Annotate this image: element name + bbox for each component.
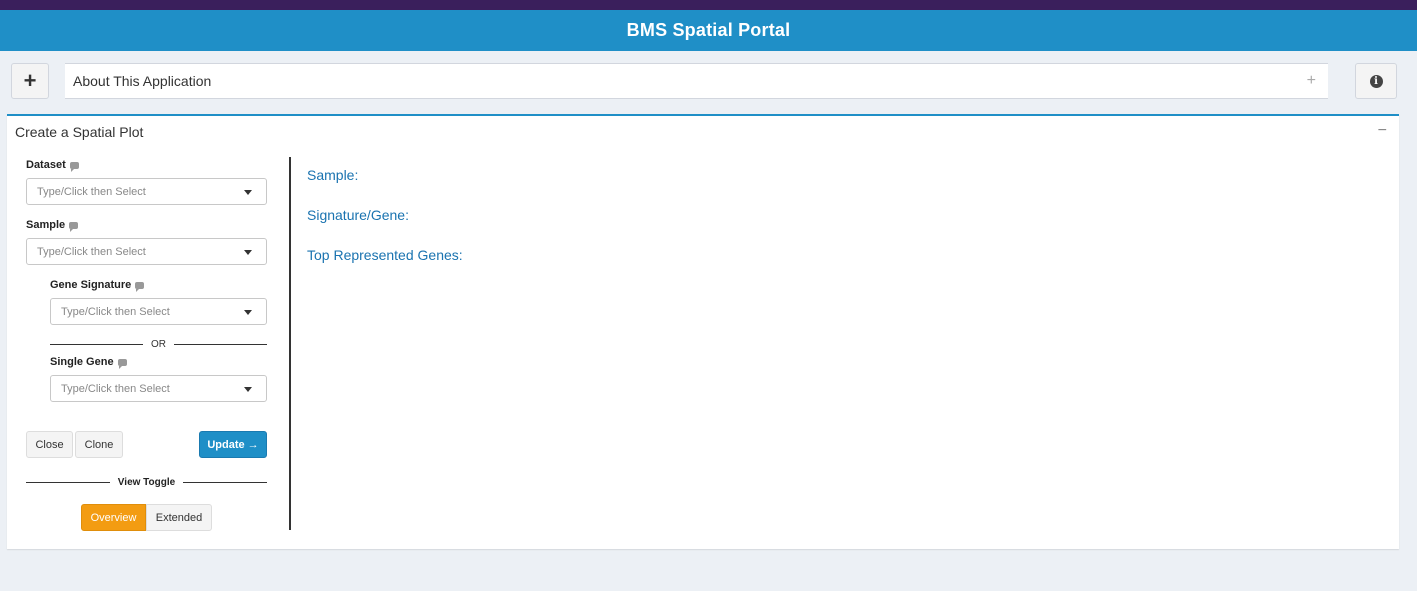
caret-down-icon bbox=[244, 250, 252, 255]
caret-down-icon bbox=[244, 310, 252, 315]
view-toggle-divider: View Toggle bbox=[26, 476, 268, 488]
sample-info-label: Sample: bbox=[307, 167, 359, 183]
single-gene-select[interactable]: Type/Click then Select bbox=[50, 375, 267, 402]
gene-signature-placeholder: Type/Click then Select bbox=[61, 305, 170, 318]
comment-icon[interactable] bbox=[135, 281, 145, 292]
gene-signature-label-text: Gene Signature bbox=[50, 279, 132, 291]
add-panel-button[interactable]: + bbox=[11, 63, 49, 99]
comment-icon[interactable] bbox=[69, 161, 79, 172]
dataset-select[interactable]: Type/Click then Select bbox=[26, 178, 267, 205]
info-icon: i bbox=[1369, 74, 1383, 88]
spatial-plot-panel: Create a Spatial Plot − Dataset Type/Cli… bbox=[7, 114, 1399, 549]
single-gene-label-text: Single Gene bbox=[50, 356, 114, 368]
about-title: About This Application bbox=[73, 73, 212, 89]
comment-icon[interactable] bbox=[117, 358, 127, 369]
top-genes-info-label: Top Represented Genes: bbox=[307, 247, 463, 263]
collapse-icon[interactable]: − bbox=[1378, 122, 1387, 140]
plus-icon: + bbox=[23, 68, 37, 93]
divider-line bbox=[183, 481, 268, 483]
view-toggle-label: View Toggle bbox=[117, 476, 176, 488]
about-application-box[interactable]: About This Application + bbox=[65, 63, 1328, 99]
overview-toggle[interactable]: Overview bbox=[81, 504, 146, 531]
update-button[interactable]: Update → bbox=[199, 431, 267, 458]
dataset-label: Dataset bbox=[26, 159, 79, 172]
vertical-divider bbox=[289, 157, 291, 530]
sample-label: Sample bbox=[26, 219, 79, 232]
gene-signature-label: Gene Signature bbox=[50, 279, 145, 292]
clone-button[interactable]: Clone bbox=[75, 431, 123, 458]
close-button[interactable]: Close bbox=[26, 431, 73, 458]
app-header: BMS Spatial Portal bbox=[0, 10, 1417, 51]
sample-label-text: Sample bbox=[26, 219, 66, 231]
signature-gene-info-label: Signature/Gene: bbox=[307, 207, 409, 223]
divider-line bbox=[26, 481, 110, 483]
caret-down-icon bbox=[244, 387, 252, 392]
single-gene-label: Single Gene bbox=[50, 356, 127, 369]
sample-placeholder: Type/Click then Select bbox=[37, 245, 146, 258]
top-strip bbox=[0, 0, 1417, 10]
app-title: BMS Spatial Portal bbox=[626, 20, 791, 40]
or-text: OR bbox=[151, 338, 166, 350]
expand-icon[interactable]: + bbox=[1307, 72, 1316, 90]
divider-line bbox=[50, 343, 143, 345]
panel-title: Create a Spatial Plot bbox=[15, 124, 144, 140]
sample-select[interactable]: Type/Click then Select bbox=[26, 238, 267, 265]
caret-down-icon bbox=[244, 190, 252, 195]
comment-icon[interactable] bbox=[69, 221, 79, 232]
divider-line bbox=[174, 343, 267, 345]
dataset-placeholder: Type/Click then Select bbox=[37, 185, 146, 198]
extended-toggle[interactable]: Extended bbox=[146, 504, 212, 531]
info-button[interactable]: i bbox=[1355, 63, 1397, 99]
gene-signature-select[interactable]: Type/Click then Select bbox=[50, 298, 267, 325]
single-gene-placeholder: Type/Click then Select bbox=[61, 382, 170, 395]
or-divider: OR bbox=[50, 338, 267, 350]
dataset-label-text: Dataset bbox=[26, 159, 66, 171]
